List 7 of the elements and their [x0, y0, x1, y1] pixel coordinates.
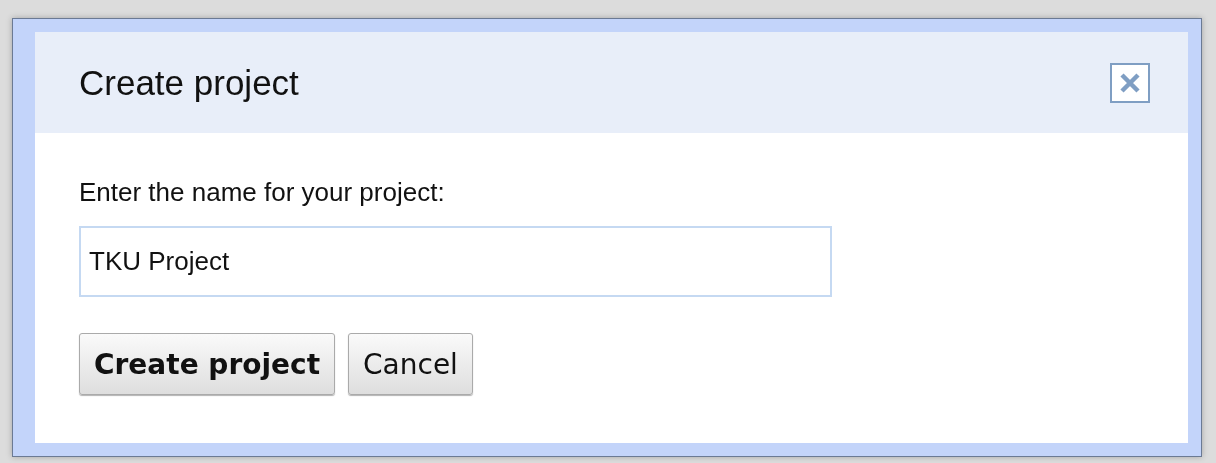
- close-button[interactable]: [1110, 62, 1150, 103]
- project-name-field[interactable]: TKU Project: [79, 226, 832, 297]
- cancel-button[interactable]: Cancel: [348, 333, 473, 395]
- dialog-title: Create project: [79, 62, 299, 103]
- create-button[interactable]: Create project: [79, 333, 336, 395]
- name-prompt: Enter the name for your project:: [79, 177, 445, 208]
- close-icon: [1118, 70, 1142, 95]
